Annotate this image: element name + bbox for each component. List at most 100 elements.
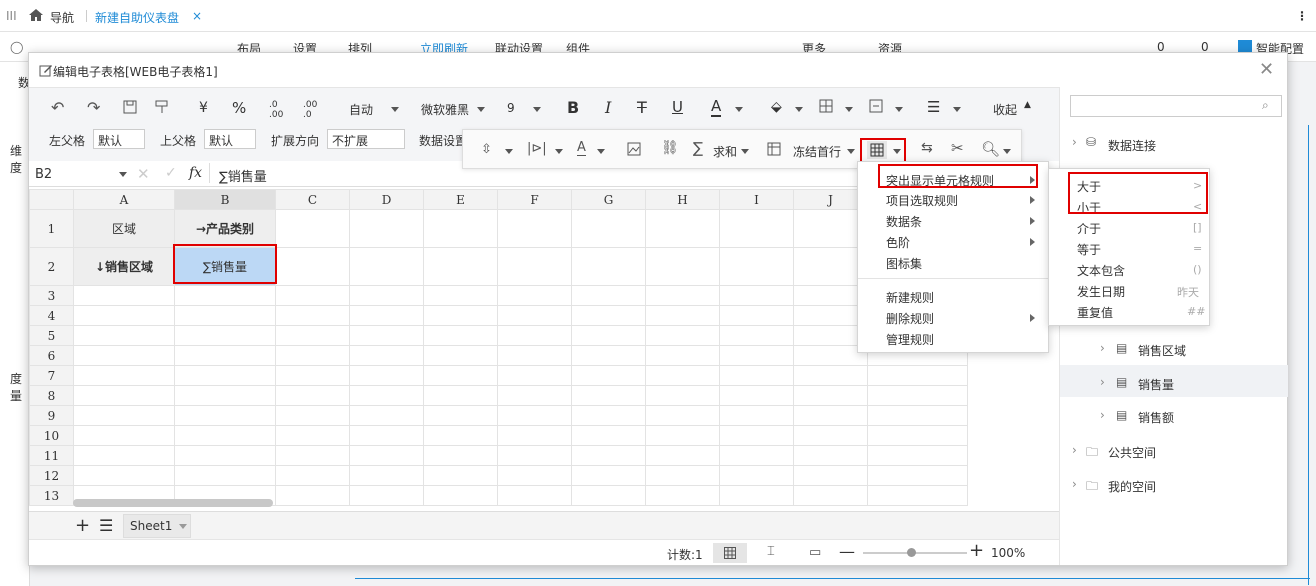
cell-A2[interactable]: ↓销售区域: [73, 247, 175, 286]
grid-cell[interactable]: [719, 385, 794, 406]
grid-cell[interactable]: [423, 365, 498, 386]
chevron-right-icon[interactable]: ›: [1072, 477, 1077, 491]
data-settings-button[interactable]: 数据设置: [419, 132, 467, 149]
grid-cell[interactable]: [497, 285, 572, 306]
grid-cell[interactable]: [645, 209, 720, 248]
grid-cell[interactable]: [423, 305, 498, 326]
grid-cell[interactable]: [571, 445, 646, 466]
italic-icon[interactable]: I: [605, 98, 611, 117]
grid-cell[interactable]: [349, 465, 424, 486]
grid-cell[interactable]: [645, 425, 720, 446]
menu-item-color-scale[interactable]: 色阶: [886, 234, 910, 251]
grid-cell[interactable]: [719, 305, 794, 326]
grid-cell[interactable]: [349, 285, 424, 306]
grid-cell[interactable]: [793, 405, 868, 426]
grid-cell[interactable]: [349, 385, 424, 406]
close-tab-icon[interactable]: ×: [192, 9, 202, 23]
grid-cell[interactable]: [174, 425, 276, 446]
grid-cell[interactable]: [571, 365, 646, 386]
row-header[interactable]: 8: [29, 385, 74, 406]
grid-cell[interactable]: [174, 325, 276, 346]
grid-cell[interactable]: [867, 365, 968, 386]
grid-cell[interactable]: [645, 465, 720, 486]
search-input[interactable]: [1070, 95, 1282, 117]
grid-cell[interactable]: [497, 425, 572, 446]
grid-cell[interactable]: [719, 485, 794, 506]
row-header[interactable]: 13: [29, 485, 74, 506]
grid-cell[interactable]: [645, 365, 720, 386]
sum-button[interactable]: 求和: [713, 143, 737, 160]
font-color-icon[interactable]: A: [711, 97, 722, 117]
grid-cell[interactable]: [423, 385, 498, 406]
grid-cell[interactable]: [645, 345, 720, 366]
grid-cell[interactable]: [174, 285, 276, 306]
grid-cell[interactable]: [645, 247, 720, 286]
format-painter-icon[interactable]: [155, 100, 169, 114]
close-dialog-icon[interactable]: ✕: [1259, 59, 1274, 80]
grid-cell[interactable]: [423, 445, 498, 466]
grid-cell[interactable]: [275, 405, 350, 426]
chevron-down-icon[interactable]: [477, 107, 485, 112]
submenu-item-text-contains[interactable]: 文本包含: [1077, 262, 1125, 279]
grid-cell[interactable]: [867, 385, 968, 406]
chevron-down-icon[interactable]: [505, 149, 513, 154]
grid-cell[interactable]: [497, 325, 572, 346]
insert-row-icon[interactable]: ⇳: [481, 142, 492, 157]
nav-link[interactable]: 导航: [50, 9, 74, 26]
grid-cell[interactable]: [174, 305, 276, 326]
grid-cell[interactable]: [349, 425, 424, 446]
grid-cell[interactable]: [73, 305, 175, 326]
grid-cell[interactable]: [275, 445, 350, 466]
menu-item-data-bars[interactable]: 数据条: [886, 213, 922, 230]
grid-cell[interactable]: [275, 325, 350, 346]
grid-cell[interactable]: [571, 385, 646, 406]
chevron-down-icon[interactable]: [119, 172, 127, 177]
grid-cell[interactable]: [349, 345, 424, 366]
chevron-right-icon[interactable]: ›: [1072, 135, 1077, 149]
grid-cell[interactable]: [174, 385, 276, 406]
grid-cell[interactable]: [349, 305, 424, 326]
merge-cells-icon[interactable]: [869, 99, 883, 113]
chevron-down-icon[interactable]: [847, 149, 855, 154]
bold-icon[interactable]: B: [567, 98, 579, 117]
add-sheet-icon[interactable]: +: [75, 515, 90, 536]
grid-cell[interactable]: [423, 285, 498, 306]
align-icon[interactable]: ☰: [927, 98, 940, 116]
page-break-icon[interactable]: ▭: [809, 545, 821, 560]
grid-cell[interactable]: [423, 425, 498, 446]
menu-item-icon-sets[interactable]: 图标集: [886, 255, 922, 272]
grid-cell[interactable]: [174, 465, 276, 486]
grid-cell[interactable]: [719, 445, 794, 466]
sheet-list-icon[interactable]: ☰: [99, 516, 113, 535]
grid-cell[interactable]: [497, 445, 572, 466]
row-header[interactable]: 4: [29, 305, 74, 326]
grid-cell[interactable]: [275, 485, 350, 506]
row-header[interactable]: 11: [29, 445, 74, 466]
grid-cell[interactable]: [174, 365, 276, 386]
menu-item-new-rule[interactable]: 新建规则: [886, 289, 934, 306]
row-header[interactable]: 5: [29, 325, 74, 346]
grid-cell[interactable]: [645, 485, 720, 506]
grid-cell[interactable]: [793, 365, 868, 386]
grid-cell[interactable]: [73, 285, 175, 306]
menu-item-top-rules[interactable]: 项目选取规则: [886, 192, 958, 209]
row-header[interactable]: 3: [29, 285, 74, 306]
top-parent-select[interactable]: 默认: [204, 129, 256, 149]
currency-icon[interactable]: ¥: [199, 100, 208, 116]
grid-cell[interactable]: [275, 385, 350, 406]
confirm-edit-icon[interactable]: ✓: [165, 165, 177, 181]
grid-cell[interactable]: [423, 325, 498, 346]
chevron-down-icon[interactable]: [953, 107, 961, 112]
page-layout-icon[interactable]: ⌶: [767, 544, 775, 559]
grid-cell[interactable]: [174, 405, 276, 426]
grid-cell[interactable]: [719, 465, 794, 486]
chevron-down-icon[interactable]: [391, 107, 399, 112]
increase-decimal-icon[interactable]: .00.0: [303, 100, 317, 120]
search-icon[interactable]: ⌕: [1262, 98, 1269, 113]
grid-cell[interactable]: [275, 345, 350, 366]
grid-cell[interactable]: [349, 445, 424, 466]
grid-cell[interactable]: [571, 425, 646, 446]
sheet-tab-label[interactable]: Sheet1: [130, 519, 172, 533]
horizontal-scrollbar[interactable]: [73, 499, 273, 507]
grid-cell[interactable]: [867, 425, 968, 446]
